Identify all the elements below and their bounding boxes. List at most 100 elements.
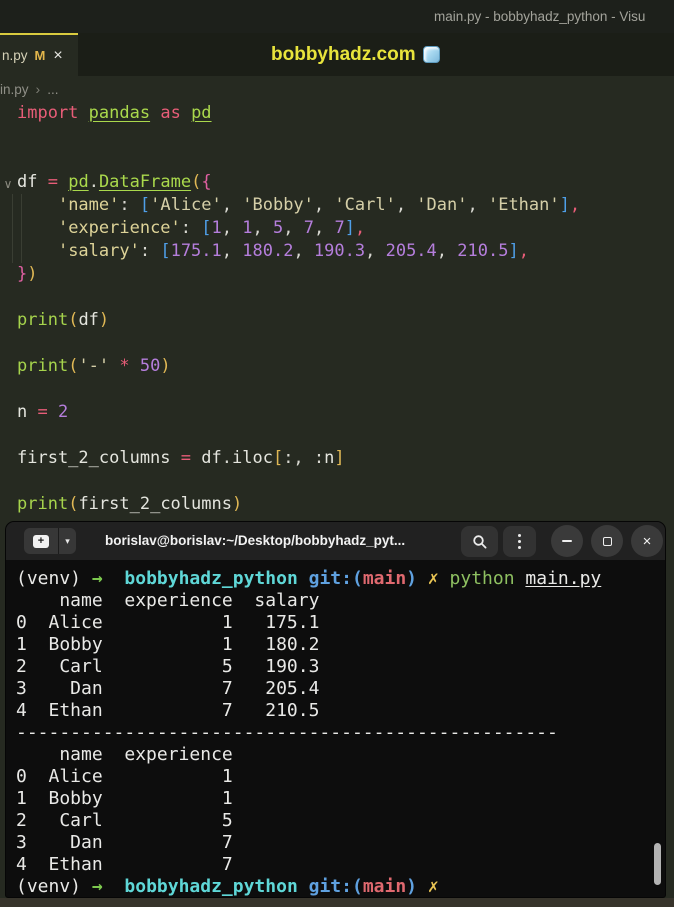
code-line[interactable] [17,332,674,355]
terminal-line-token: bobbyhadz_python [124,568,298,589]
chevron-right-icon: › [35,81,41,97]
terminal-line-token: main [362,568,407,589]
code-line[interactable] [17,470,674,493]
editor-tab-bar: n.py M × bobbyhadz.com [0,33,674,76]
terminal-dropdown-button[interactable]: ▾ [59,528,76,554]
code-line-token: n [324,448,335,468]
maximize-button[interactable] [591,525,623,557]
new-terminal-tab-button[interactable]: + [24,528,58,554]
watermark-text: bobbyhadz.com [271,43,416,65]
code-line-token: ] [559,195,570,215]
code-line[interactable] [17,378,674,401]
code-line-token: as [160,103,181,123]
breadcrumb-symbols[interactable]: ... [47,82,58,97]
code-line-token: : [119,195,140,215]
code-line[interactable]: first_2_columns = df.iloc[:, :n] [17,447,674,470]
terminal-line-token [417,568,428,589]
code-line[interactable]: import pandas as pd [17,102,674,125]
code-line-token: ( [68,310,79,330]
code-line-token: 180.2 [242,241,294,261]
code-line-token [17,218,58,238]
code-line-token: ( [68,494,79,514]
code-line[interactable] [17,286,674,309]
code-line-token: , [354,218,366,238]
code-line-token: 'experience' [57,218,181,238]
code-line-token: first_2_columns [78,494,232,514]
code-line-token: , [313,218,335,238]
modified-badge: M [34,48,46,63]
code-line-token: 210.5 [457,241,509,261]
code-line-token: 'salary' [57,241,140,261]
code-line[interactable]: 'salary': [175.1, 180.2, 190.3, 205.4, 2… [17,240,674,263]
code-line[interactable]: n = 2 [17,401,674,424]
code-line-token [130,356,140,376]
code-line-token: df [78,310,99,330]
code-line[interactable]: }) [17,263,674,286]
code-line-token: = [47,172,69,192]
terminal-line-token: git:( [308,876,363,897]
terminal-line-token: ) [406,876,418,897]
terminal-line-token: → [91,876,103,897]
breadcrumb[interactable]: in.py › ... [0,76,674,102]
desktop-strip [0,898,674,907]
terminal-line-token: 1 Bobby 1 [16,788,233,809]
terminal-line: 2 Carl 5 [16,810,665,832]
terminal-scrollbar[interactable] [654,843,661,885]
code-line-token: : [180,218,202,238]
terminal-line-token: 3 Dan 7 [16,832,233,853]
terminal-line-token: (venv) [16,568,92,589]
close-icon: × [642,532,652,550]
code-line[interactable] [17,424,674,447]
code-line-token: , [221,241,243,261]
terminal-line-token: ----------------------------------------… [16,722,558,743]
code-line-token: ) [27,264,38,284]
kebab-icon [518,534,521,537]
terminal-line-token [103,568,125,589]
code-line[interactable]: print('-' * 50) [17,355,674,378]
terminal-line-token: ) [406,568,418,589]
code-line-token: [ [160,241,171,261]
terminal-line-token: name experience [16,744,233,765]
code-line-token: pd [68,172,89,192]
code-line[interactable]: print(df) [17,309,674,332]
terminal-line-token: ✗ [427,876,439,897]
breadcrumb-file[interactable]: in.py [0,82,29,97]
code-line-token: 175.1 [170,241,222,261]
code-line-token: . [221,448,232,468]
code-line-token [181,103,191,123]
code-line[interactable]: print(first_2_columns) [17,493,674,516]
code-line-token: 2 [57,402,69,422]
code-line-token: [ [139,195,151,215]
terminal-line-token [103,876,125,897]
terminal-line: 0 Alice 1 175.1 [16,612,665,634]
code-line[interactable] [17,148,674,171]
code-line-token: df [201,448,222,468]
menu-kebab-button[interactable] [503,526,536,557]
terminal-line-token: (venv) [16,876,92,897]
code-line[interactable]: 'name': ['Alice', 'Bobby', 'Carl', 'Dan'… [17,194,674,217]
terminal-output[interactable]: (venv) → bobbyhadz_python git:(main) ✗ p… [6,560,665,897]
terminal-line: ----------------------------------------… [16,722,665,744]
fold-chevron-icon[interactable]: ∨ [1,173,15,196]
code-line-token: ( [191,172,202,192]
code-line-token: , [395,195,417,215]
code-editor[interactable]: import pandas as pd df = pd.DataFrame({ '… [0,102,674,516]
code-line-token: 205.4 [385,241,437,261]
search-button[interactable] [461,526,498,557]
code-line-token: 7 [303,218,314,238]
code-line[interactable]: df = pd.DataFrame({ [17,171,674,194]
code-line-token: . [88,172,99,192]
close-window-button[interactable]: × [631,525,663,557]
code-line[interactable]: 'experience': [1, 1, 5, 7, 7], [17,217,674,240]
minimize-button[interactable] [551,525,583,557]
code-line-token: , [221,195,243,215]
plus-icon: + [37,534,45,547]
terminal-title: borislav@borislav:~/Desktop/bobbyhadz_py… [105,533,406,548]
code-line-token: '-' [78,356,110,376]
close-tab-icon[interactable]: × [53,47,62,64]
code-line-token: 'Dan' [416,195,468,215]
terminal-line: (venv) → bobbyhadz_python git:(main) ✗ p… [16,568,665,590]
code-line[interactable] [17,125,674,148]
tab-main-py[interactable]: n.py M × [0,33,78,76]
ice-cube-icon [422,46,440,63]
